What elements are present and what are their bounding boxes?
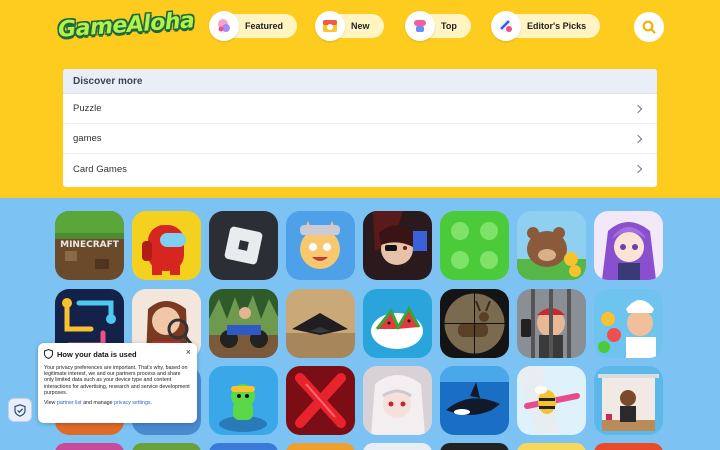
- top-icon: [405, 11, 435, 41]
- game-tile-prison-escape[interactable]: [517, 289, 586, 358]
- game-tile-row4-6[interactable]: [440, 443, 509, 450]
- game-tile-row4-5[interactable]: [363, 443, 432, 450]
- chevron-right-icon: [633, 104, 643, 113]
- search-icon: [642, 20, 656, 34]
- game-tile-house-visitor[interactable]: [594, 366, 663, 435]
- game-tile-anime-girl[interactable]: [594, 211, 663, 280]
- game-tile-fruit-slice[interactable]: [363, 289, 432, 358]
- nav-top-label: Top: [441, 21, 457, 31]
- discover-item-card-games[interactable]: Card Games: [63, 154, 657, 184]
- close-button[interactable]: ×: [186, 347, 191, 357]
- game-tile-green-runner[interactable]: [209, 366, 278, 435]
- discover-item-games[interactable]: games: [63, 124, 657, 154]
- nav-new[interactable]: New: [315, 11, 384, 41]
- game-tile-row4-1[interactable]: [55, 443, 124, 450]
- featured-icon: [209, 11, 239, 41]
- new-icon: [315, 11, 345, 41]
- privacy-links-suffix: .: [150, 400, 153, 407]
- svg-text:MINECRAFT: MINECRAFT: [60, 240, 120, 250]
- game-tile-row4-3[interactable]: [209, 443, 278, 450]
- privacy-links-middle: and manage: [83, 400, 113, 407]
- privacy-title-text: How your data is used: [57, 349, 137, 359]
- game-tile-minecraft[interactable]: MINECRAFT: [55, 211, 124, 280]
- site-logo[interactable]: GameAloha: [57, 8, 195, 42]
- editors-picks-icon: [491, 11, 521, 41]
- shield-check-icon: [14, 403, 26, 417]
- nav-featured-label: Featured: [245, 21, 284, 31]
- game-tile-row4-2[interactable]: [132, 443, 201, 450]
- privacy-links-prefix: View: [44, 400, 56, 407]
- discover-item-label: Puzzle: [73, 103, 102, 114]
- nav-featured[interactable]: Featured: [209, 11, 298, 41]
- privacy-notice: How your data is used × Your privacy pre…: [38, 343, 197, 423]
- game-tile-among-us[interactable]: [132, 211, 201, 280]
- partner-list-link[interactable]: partner list: [57, 400, 82, 406]
- privacy-title: How your data is used: [44, 349, 191, 359]
- game-tile-orca[interactable]: [440, 366, 509, 435]
- game-tile-row4-7[interactable]: [517, 443, 586, 450]
- chevron-right-icon: [633, 134, 643, 143]
- nav-editors-label: Editor's Picks: [527, 21, 587, 31]
- game-tile-chef-bubbles[interactable]: [594, 289, 663, 358]
- game-tile-cat-hero[interactable]: [286, 211, 355, 280]
- discover-more-title: Discover more: [63, 69, 657, 94]
- nav-editors-picks[interactable]: Editor's Picks: [491, 11, 601, 41]
- game-tile-bear-coins[interactable]: [517, 211, 586, 280]
- discover-item-label: games: [73, 133, 102, 144]
- chevron-right-icon: [633, 164, 643, 174]
- game-tile-roblox[interactable]: [209, 211, 278, 280]
- game-tile-bee-fly[interactable]: [517, 366, 586, 435]
- shield-icon: [44, 349, 53, 359]
- privacy-settings-link[interactable]: privacy settings: [114, 400, 151, 406]
- privacy-body: Your privacy preferences are important. …: [44, 365, 190, 396]
- game-tile-white-hair-girl[interactable]: [363, 366, 432, 435]
- game-tile-deer-hunter[interactable]: [440, 289, 509, 358]
- game-tile-green-blocks[interactable]: [440, 211, 509, 280]
- discover-item-label: Card Games: [73, 163, 127, 175]
- privacy-links: View partner list and manage privacy set…: [44, 400, 191, 406]
- search-button[interactable]: [634, 12, 664, 42]
- nav-top[interactable]: Top: [405, 11, 471, 41]
- discover-item-puzzle[interactable]: Puzzle: [63, 94, 657, 124]
- game-tile-red-x[interactable]: [286, 366, 355, 435]
- discover-more-panel: Discover more Puzzle games Card Games: [63, 69, 657, 187]
- game-tile-assassin[interactable]: [363, 211, 432, 280]
- game-tile-row4-8[interactable]: [594, 443, 663, 450]
- game-tile-atv-racing[interactable]: [209, 289, 278, 358]
- game-tile-row4-4[interactable]: [286, 443, 355, 450]
- privacy-shield-button[interactable]: [8, 398, 32, 422]
- nav-new-label: New: [351, 21, 370, 31]
- game-tile-stealth-jet[interactable]: [286, 289, 355, 358]
